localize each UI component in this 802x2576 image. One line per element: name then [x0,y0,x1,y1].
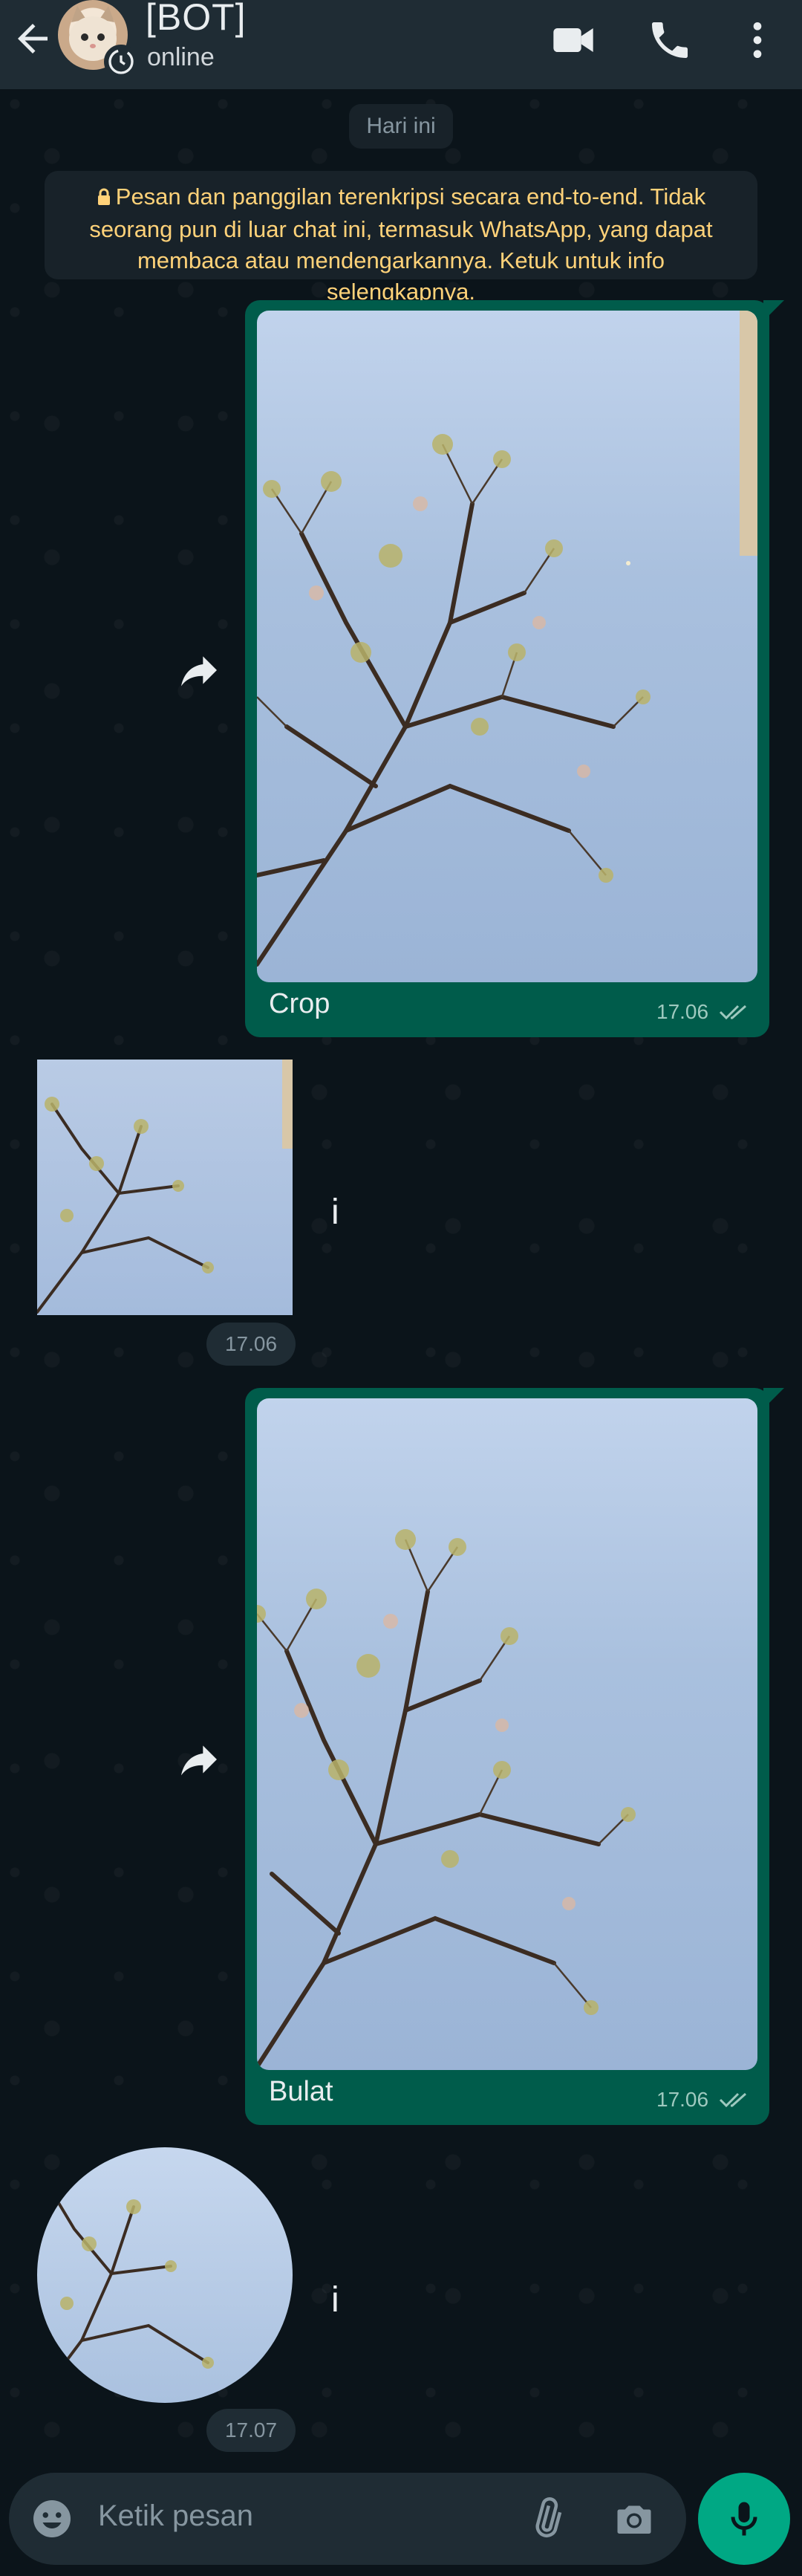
sticker-square[interactable] [37,1060,293,1315]
message-composer: Ketik pesan [9,2473,686,2565]
contact-status: online [147,43,215,71]
bubble-tail [763,300,784,321]
sticker-circle[interactable] [37,2147,293,2403]
message-time: 17.06 [206,1323,296,1366]
forward-icon[interactable] [175,1736,223,1783]
emoji-icon[interactable] [30,2496,74,2541]
photo-tree[interactable] [257,311,757,982]
bubble-tail [763,1388,784,1409]
more-options-icon[interactable] [734,16,781,64]
double-check-icon [717,2089,753,2110]
sticker-info-text: i [331,1193,339,1232]
message-image-outgoing[interactable]: Bulat 17.06 [245,1388,784,2125]
mic-icon [722,2496,766,2541]
image-caption: Bulat [269,2076,333,2107]
chat-header: [BOT] online [0,0,802,89]
contact-name[interactable]: [BOT] [146,0,247,39]
disappearing-timer-icon [104,45,138,79]
voice-call-icon[interactable] [646,16,694,64]
photo-tree[interactable] [257,1398,757,2070]
encryption-notice-text: Pesan dan panggilan terenkripsi secara e… [89,184,713,305]
encryption-notice[interactable]: Pesan dan panggilan terenkripsi secara e… [45,171,757,305]
date-separator: Hari ini [349,104,453,149]
message-time: 17.07 [206,2409,296,2452]
back-arrow-icon[interactable] [10,16,55,61]
video-call-icon[interactable] [550,16,597,64]
message-time: 17.06 [656,2088,709,2111]
attach-icon[interactable] [524,2496,569,2541]
double-check-icon [717,1002,753,1022]
forward-icon[interactable] [175,646,223,694]
message-time: 17.06 [656,1000,709,1023]
message-image-outgoing[interactable]: Crop 17.06 [245,300,784,1037]
lock-icon [97,183,111,214]
camera-icon[interactable] [612,2496,656,2541]
sticker-info-text: i [331,2280,339,2320]
image-caption: Crop [269,988,330,1019]
message-input[interactable]: Ketik pesan [98,2499,253,2533]
mic-button[interactable] [698,2473,790,2565]
